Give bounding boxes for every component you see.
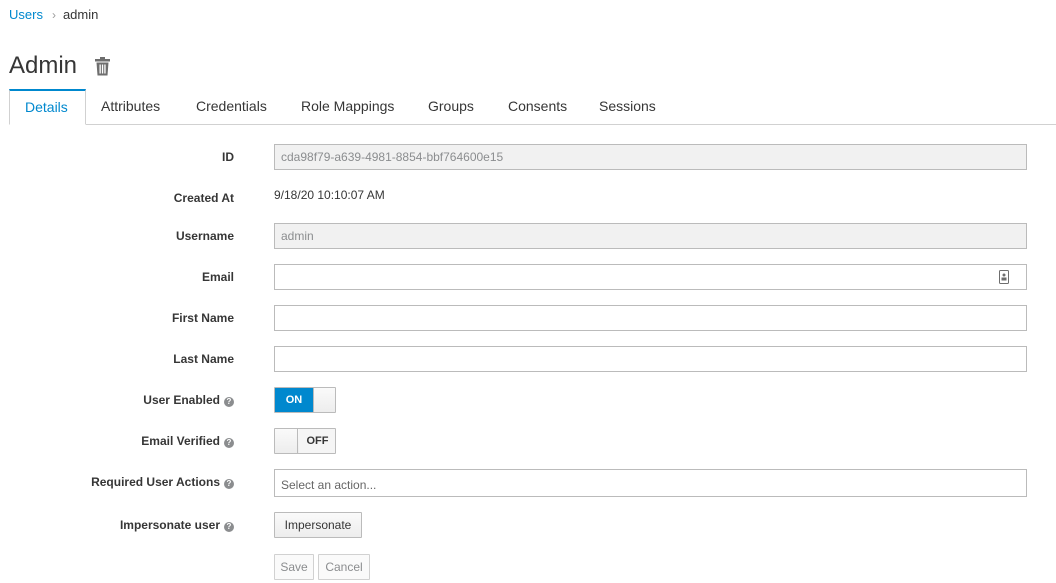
first-name-label: First Name [171,311,234,325]
impersonate-button[interactable]: Impersonate [274,512,362,538]
first-name-field[interactable] [274,305,1027,331]
tab-sessions[interactable]: Sessions [584,89,671,124]
breadcrumb-current: admin [62,7,99,22]
page-title: Admin [9,52,78,79]
email-verified-label: Email Verified? [141,433,234,449]
help-icon[interactable]: ? [224,397,234,407]
tab-bar: Details Attributes Credentials Role Mapp… [9,89,1056,125]
created-at-label: Created At [173,191,234,205]
user-enabled-toggle[interactable]: ON [274,387,336,413]
trash-icon[interactable] [94,57,111,76]
breadcrumb: Users › admin [9,6,98,24]
tab-attributes[interactable]: Attributes [86,89,175,124]
username-label: Username [175,229,234,243]
email-verified-toggle[interactable]: OFF [274,428,336,454]
user-enabled-label-text: User Enabled [143,393,220,407]
user-enabled-label: User Enabled? [143,392,234,408]
required-actions-label-text: Required User Actions [91,475,220,489]
toggle-on-label: ON [275,388,313,412]
email-label: Email [201,270,234,284]
tab-groups[interactable]: Groups [413,89,489,124]
created-at-value: 9/18/20 10:10:07 AM [274,188,385,202]
required-actions-select[interactable]: Select an action... [274,469,1027,497]
breadcrumb-separator: › [51,8,56,22]
toggle-off-label: OFF [299,429,335,453]
email-field[interactable] [274,264,1027,290]
username-field: admin [274,223,1027,249]
help-icon[interactable]: ? [224,479,234,489]
breadcrumb-users-link[interactable]: Users [9,7,43,22]
cancel-button[interactable]: Cancel [318,554,370,580]
last-name-field[interactable] [274,346,1027,372]
tab-credentials[interactable]: Credentials [181,89,282,124]
help-icon[interactable]: ? [224,438,234,448]
help-icon[interactable]: ? [224,522,234,532]
contact-card-icon [999,270,1009,284]
required-actions-label: Required User Actions? [91,474,234,490]
save-button[interactable]: Save [274,554,314,580]
tab-details[interactable]: Details [9,89,86,125]
impersonate-label-text: Impersonate user [119,518,220,532]
id-label: ID [222,150,234,164]
toggle-knob [313,388,335,412]
impersonate-label: Impersonate user? [120,517,234,533]
tab-consents[interactable]: Consents [493,89,582,124]
email-verified-label-text: Email Verified [141,434,220,448]
tab-role-mappings[interactable]: Role Mappings [286,89,409,124]
id-field: cda98f79-a639-4981-8854-bbf764600e15 [274,144,1027,170]
toggle-knob [275,429,298,453]
last-name-label: Last Name [173,352,234,366]
